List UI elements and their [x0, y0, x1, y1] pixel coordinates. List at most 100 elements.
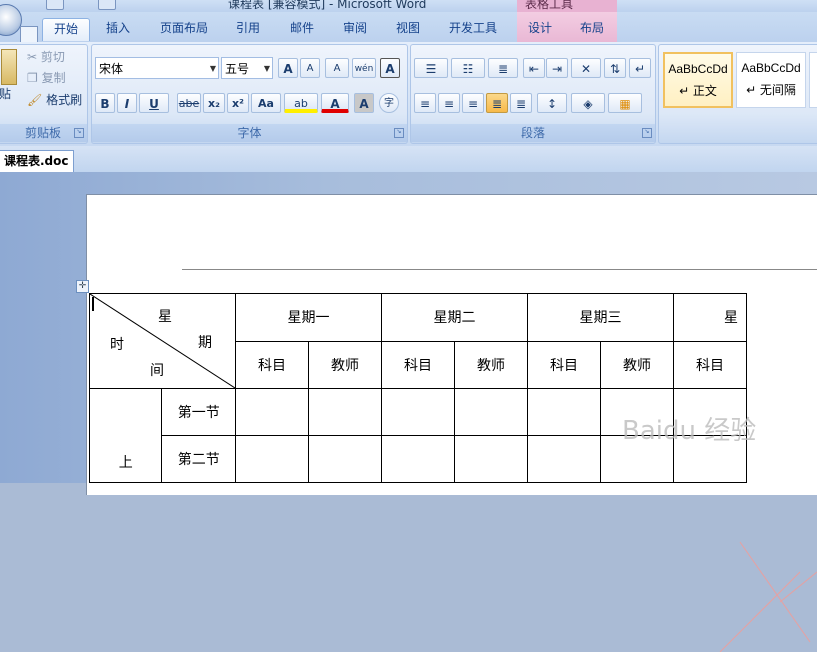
tab-view[interactable]: 视图 [386, 18, 430, 40]
paste-icon[interactable] [1, 49, 17, 85]
cut-label: 剪切 [40, 50, 65, 64]
decrease-indent-icon: ⇤ [528, 62, 540, 76]
increase-indent-icon: ⇥ [551, 62, 563, 76]
superscript-button[interactable]: x² [227, 93, 249, 113]
table-cell[interactable] [527, 435, 601, 483]
header-day-wednesday[interactable]: 星期三 [527, 293, 674, 342]
tab-developer[interactable]: 开发工具 [440, 18, 506, 40]
tab-references[interactable]: 引用 [226, 18, 270, 40]
subheader-subject[interactable]: 科目 [673, 340, 747, 389]
header-day-partial[interactable]: 星 [673, 293, 747, 342]
clear-format-button[interactable]: A [325, 58, 349, 78]
tab-insert[interactable]: 插入 [96, 18, 140, 40]
font-size-value: 五号 [225, 62, 250, 76]
table-cell[interactable] [235, 435, 309, 483]
style-no-spacing-label: ↵ 无间隔 [746, 83, 796, 97]
phonetic-guide-button[interactable]: wén [352, 58, 376, 78]
tab-home[interactable]: 开始 [42, 18, 90, 41]
highlight-button[interactable]: ab [284, 93, 318, 113]
table-cell[interactable] [454, 388, 528, 436]
subheader-subject[interactable]: 科目 [381, 340, 455, 389]
font-color-button[interactable]: A [321, 93, 349, 113]
justify-button[interactable]: ≣ [486, 93, 508, 113]
italic-button[interactable]: I [117, 93, 137, 113]
save-icon[interactable] [46, 0, 64, 10]
table-cell[interactable] [308, 435, 382, 483]
bullets-button[interactable]: ☰ [414, 58, 448, 78]
subscript-button[interactable]: x₂ [203, 93, 225, 113]
multilevel-list-button[interactable]: ≣ [488, 58, 518, 78]
ribbon: 贴 ✂ 剪切 ❐ 复制 🖌 格式刷 剪贴板 ↘ 宋体 ▼ 五号 ▼ A A A … [0, 42, 817, 147]
paste-label[interactable]: 贴 [0, 85, 11, 102]
table-cell[interactable] [381, 435, 455, 483]
increase-indent-button[interactable]: ⇥ [546, 58, 568, 78]
tab-layout[interactable]: 布局 [572, 18, 612, 40]
chinese-layout-button[interactable]: ✕ [571, 58, 601, 78]
style-heading-partial[interactable] [809, 52, 817, 108]
numbering-button[interactable]: ☷ [451, 58, 485, 78]
char-shading-button[interactable]: A [354, 93, 374, 113]
style-normal[interactable]: AaBbCcDd ↵ 正文 [663, 52, 733, 108]
show-marks-button[interactable]: ↵ [629, 58, 651, 78]
diagonal-header-cell[interactable]: 星 时 期 间 [89, 293, 236, 389]
char-border-button[interactable]: A [380, 58, 400, 78]
tab-design[interactable]: 设计 [520, 18, 560, 40]
font-name-combo[interactable]: 宋体 ▼ [95, 57, 219, 79]
table-cell[interactable] [308, 388, 382, 436]
underline-button[interactable]: U [139, 93, 169, 113]
strikethrough-button[interactable]: abe [177, 93, 201, 113]
clipboard-launcher-icon[interactable]: ↘ [74, 128, 84, 138]
distributed-button[interactable]: ≣ [510, 93, 532, 113]
table-cell[interactable] [527, 388, 601, 436]
font-group-label: 字体 ↘ [92, 124, 407, 142]
bold-button[interactable]: B [95, 93, 115, 113]
morning-group-cell[interactable]: 上 [88, 388, 163, 483]
enclose-char-button[interactable]: 字 [379, 93, 399, 113]
line-spacing-button[interactable]: ↕ [537, 93, 567, 113]
copy-button[interactable]: ❐ 复制 [27, 68, 66, 88]
font-launcher-icon[interactable]: ↘ [394, 128, 404, 138]
multilevel-list-icon: ≣ [497, 62, 509, 76]
align-center-button[interactable]: ≡ [438, 93, 460, 113]
chevron-down-icon: ▼ [209, 64, 216, 73]
align-left-button[interactable]: ≡ [414, 93, 436, 113]
tab-mailings[interactable]: 邮件 [280, 18, 324, 40]
table-cell[interactable] [235, 388, 309, 436]
sort-button[interactable]: ⇅ [604, 58, 626, 78]
justify-icon: ≣ [491, 97, 503, 111]
style-normal-preview: AaBbCcDd [668, 62, 728, 76]
scissors-icon: ✂ [27, 50, 38, 64]
borders-button[interactable]: ▦ [608, 93, 642, 113]
subheader-subject[interactable]: 科目 [235, 340, 309, 389]
document-tab[interactable]: 课程表.doc [0, 150, 74, 173]
tab-review[interactable]: 审阅 [333, 18, 377, 40]
timetable[interactable]: 星 时 期 间 星期一 星期二 星期三 星 科目 教师 科目 教师 科目 教师 … [88, 293, 747, 483]
subheader-subject[interactable]: 科目 [527, 340, 601, 389]
shrink-font-button[interactable]: A [300, 58, 320, 78]
subheader-teacher[interactable]: 教师 [600, 340, 674, 389]
decrease-indent-button[interactable]: ⇤ [523, 58, 545, 78]
tab-page-layout[interactable]: 页面布局 [152, 18, 216, 40]
table-cell[interactable] [381, 388, 455, 436]
period-cell[interactable]: 第一节 [161, 388, 236, 436]
cut-button[interactable]: ✂ 剪切 [27, 47, 65, 67]
change-case-button[interactable]: Aa [251, 93, 281, 113]
style-no-spacing[interactable]: AaBbCcDd ↵ 无间隔 [736, 52, 806, 108]
subheader-teacher[interactable]: 教师 [308, 340, 382, 389]
table-cell[interactable] [454, 435, 528, 483]
font-size-combo[interactable]: 五号 ▼ [221, 57, 273, 79]
format-painter-button[interactable]: 🖌 格式刷 [27, 90, 82, 110]
clipboard-group-label: 剪贴板 ↘ [0, 124, 87, 142]
table-move-handle-icon[interactable]: ✛ [76, 280, 89, 293]
header-day-monday[interactable]: 星期一 [235, 293, 382, 342]
align-right-icon: ≡ [467, 97, 479, 111]
grow-font-button[interactable]: A [278, 58, 298, 78]
shading-button[interactable]: ◈ [571, 93, 605, 113]
align-right-button[interactable]: ≡ [462, 93, 484, 113]
style-normal-label: ↵ 正文 [679, 84, 717, 98]
print-preview-icon[interactable] [98, 0, 116, 10]
paragraph-launcher-icon[interactable]: ↘ [642, 128, 652, 138]
header-day-tuesday[interactable]: 星期二 [381, 293, 528, 342]
period-cell[interactable]: 第二节 [161, 435, 236, 483]
subheader-teacher[interactable]: 教师 [454, 340, 528, 389]
